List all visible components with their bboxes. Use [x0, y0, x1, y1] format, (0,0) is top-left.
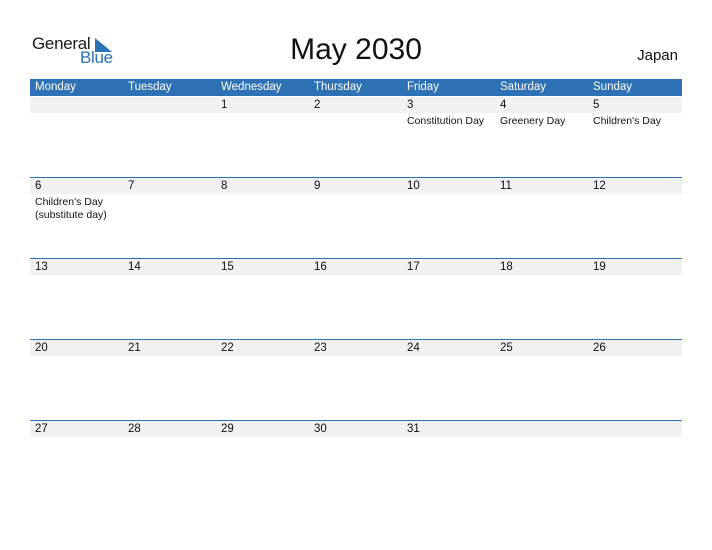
week-row: 6 Children's Day (substitute day) 7 8 9 10 11 1… [30, 177, 682, 259]
day-cell [495, 421, 588, 501]
day-number: 4 [500, 99, 507, 111]
week-row: 13 14 15 16 17 18 19 [30, 258, 682, 340]
weekday-thursday: Thursday [314, 81, 362, 93]
day-cell: 31 [402, 421, 495, 501]
day-cell: 22 [216, 340, 309, 420]
country-label: Japan [637, 47, 678, 64]
day-number: 20 [35, 342, 48, 354]
holiday-label: Constitution Day [407, 115, 485, 127]
day-number: 18 [500, 261, 513, 273]
day-cell: 21 [123, 340, 216, 420]
day-cell: 27 [30, 421, 123, 501]
day-number: 16 [314, 261, 327, 273]
day-cell: 30 [309, 421, 402, 501]
day-number: 15 [221, 261, 234, 273]
day-cell: 28 [123, 421, 216, 501]
day-number: 27 [35, 423, 48, 435]
day-number: 12 [593, 180, 606, 192]
day-cell: 9 [309, 178, 402, 258]
day-cell [30, 97, 123, 177]
weekday-tuesday: Tuesday [128, 81, 172, 93]
calendar-title: May 2030 [290, 33, 422, 66]
holiday-label: Children's Day (substitute day) [35, 196, 107, 221]
week-row: 20 21 22 23 24 25 26 [30, 339, 682, 421]
day-number: 31 [407, 423, 420, 435]
day-cell: 8 [216, 178, 309, 258]
holiday-label: Children's Day [593, 115, 661, 127]
day-number: 24 [407, 342, 420, 354]
day-number: 2 [314, 99, 321, 111]
day-cell: 5 Children's Day [588, 97, 681, 177]
day-cell: 13 [30, 259, 123, 339]
day-cell: 14 [123, 259, 216, 339]
day-cell: 6 Children's Day (substitute day) [30, 178, 123, 258]
day-cell [588, 421, 681, 501]
day-number: 26 [593, 342, 606, 354]
day-number: 3 [407, 99, 414, 111]
day-number: 13 [35, 261, 48, 273]
day-cell: 2 [309, 97, 402, 177]
weekday-sunday: Sunday [593, 81, 633, 93]
day-cell: 18 [495, 259, 588, 339]
day-number: 17 [407, 261, 420, 273]
holiday-label: Greenery Day [500, 115, 566, 127]
day-number: 28 [128, 423, 141, 435]
day-number: 10 [407, 180, 420, 192]
day-cell: 17 [402, 259, 495, 339]
weekday-friday: Friday [407, 81, 439, 93]
day-number: 23 [314, 342, 327, 354]
day-cell: 10 [402, 178, 495, 258]
day-cell: 20 [30, 340, 123, 420]
day-number: 21 [128, 342, 141, 354]
day-cell: 3 Constitution Day [402, 97, 495, 177]
day-cell: 15 [216, 259, 309, 339]
day-number: 14 [128, 261, 141, 273]
day-number: 11 [500, 180, 512, 192]
day-number: 9 [314, 180, 321, 192]
day-cell: 29 [216, 421, 309, 501]
day-cell: 16 [309, 259, 402, 339]
day-number: 1 [221, 99, 228, 111]
weekday-header: Monday Tuesday Wednesday Thursday Friday… [30, 79, 682, 96]
day-cell: 1 [216, 97, 309, 177]
day-cell: 4 Greenery Day [495, 97, 588, 177]
day-number: 22 [221, 342, 234, 354]
day-cell: 25 [495, 340, 588, 420]
weekday-wednesday: Wednesday [221, 81, 282, 93]
day-cell: 19 [588, 259, 681, 339]
day-cell: 26 [588, 340, 681, 420]
day-number: 8 [221, 180, 228, 192]
day-cell [123, 97, 216, 177]
day-cell: 24 [402, 340, 495, 420]
day-number: 6 [35, 180, 42, 192]
day-cell: 7 [123, 178, 216, 258]
week-row: 27 28 29 30 31 [30, 420, 682, 502]
day-number: 7 [128, 180, 135, 192]
day-number: 29 [221, 423, 234, 435]
day-number: 30 [314, 423, 327, 435]
day-number: 19 [593, 261, 606, 273]
day-cell: 11 [495, 178, 588, 258]
day-cell: 23 [309, 340, 402, 420]
day-number: 5 [593, 99, 600, 111]
week-row: 1 2 3 Constitution Day 4 Greenery Day 5 Childre… [30, 97, 682, 178]
day-cell: 12 [588, 178, 681, 258]
day-number: 25 [500, 342, 513, 354]
weekday-monday: Monday [35, 81, 76, 93]
weekday-saturday: Saturday [500, 81, 547, 93]
